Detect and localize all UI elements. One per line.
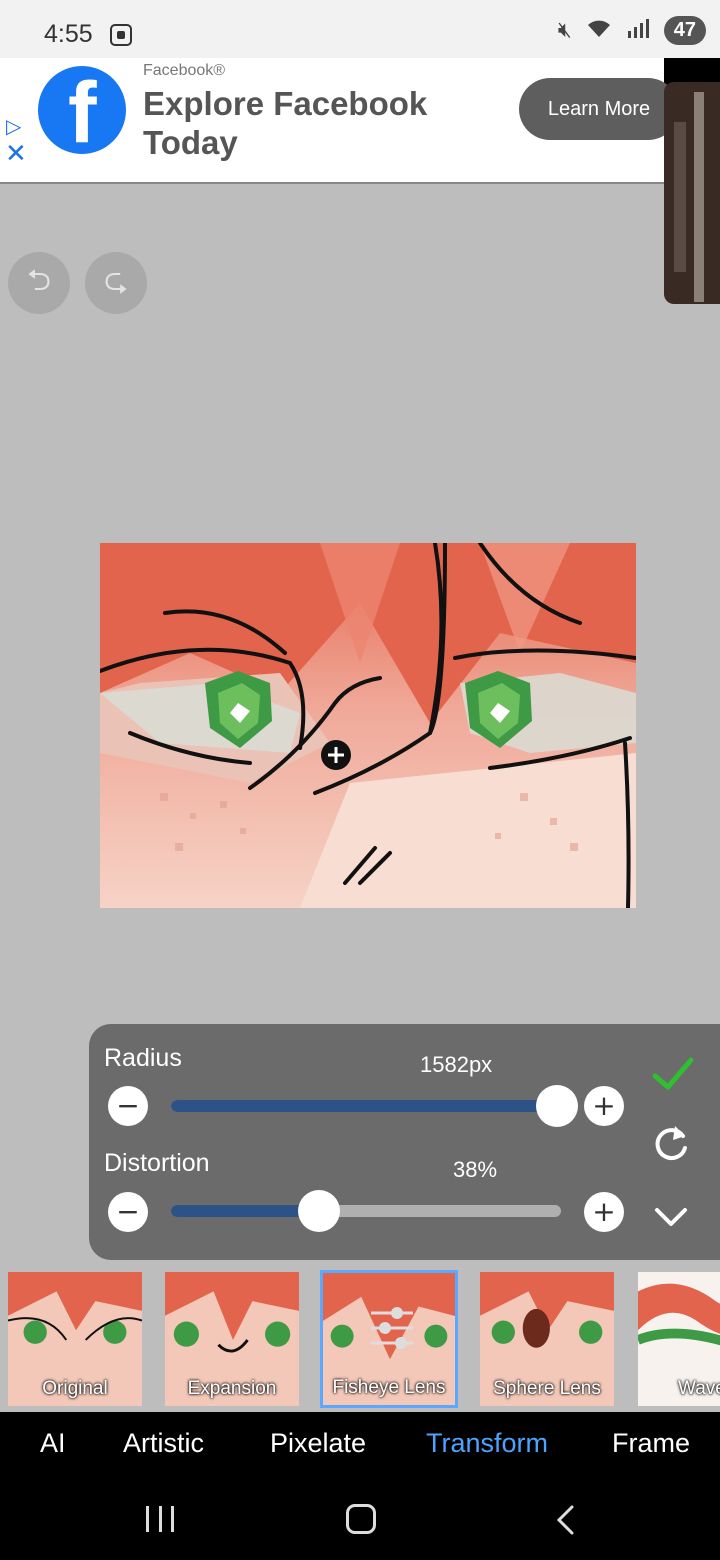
facebook-logo-icon: f — [38, 66, 126, 158]
collapse-chevron-icon[interactable] — [651, 1202, 691, 1232]
recent-apps-icon[interactable] — [146, 1506, 174, 1532]
status-time: 4:55 — [44, 20, 93, 48]
close-ad-icon[interactable]: ✕ — [5, 138, 27, 169]
signal-icon — [626, 17, 650, 45]
effect-thumb-sphere-lens[interactable]: Sphere Lens — [478, 1270, 616, 1408]
effect-thumb-fisheye-lens[interactable]: Fisheye Lens — [320, 1270, 458, 1408]
system-navigation-bar — [0, 1480, 720, 1560]
effect-label: Original — [42, 1378, 108, 1399]
tab-pixelate[interactable]: Pixelate — [270, 1428, 366, 1459]
effect-thumbnails-strip[interactable]: Original Expansion Fisheye Lens Sphere L… — [0, 1262, 720, 1412]
mute-icon: 🔇︎ — [557, 18, 572, 43]
status-bar: 4:55 🔇︎ 47 — [0, 0, 720, 58]
artwork-canvas[interactable] — [100, 543, 636, 908]
distortion-decrease-button[interactable]: − — [108, 1192, 148, 1232]
redo-icon: ⮎ — [103, 262, 129, 298]
battery-indicator: 47 — [663, 16, 706, 45]
wifi-icon — [586, 17, 612, 45]
distortion-increase-button[interactable]: + — [584, 1192, 624, 1232]
effect-label: Fisheye Lens — [332, 1377, 446, 1398]
effect-thumb-original[interactable]: Original — [6, 1270, 144, 1408]
effect-label: Sphere Lens — [493, 1378, 601, 1399]
effect-settings-panel: Radius 1582px − + Distortion 38% − + — [89, 1024, 720, 1260]
radius-decrease-button[interactable]: − — [108, 1086, 148, 1126]
ad-banner[interactable]: ▷ ✕ f Facebook® Explore Facebook Today L… — [0, 58, 679, 184]
radius-value: 1582px — [420, 1052, 493, 1077]
screenshot-icon — [110, 24, 132, 46]
tab-transform[interactable]: Transform — [426, 1428, 548, 1459]
side-preview-thumbnail[interactable] — [664, 82, 720, 304]
distortion-label: Distortion — [104, 1149, 210, 1177]
reset-icon[interactable] — [649, 1122, 693, 1166]
tab-ai[interactable]: AI — [40, 1428, 66, 1459]
redo-button[interactable]: ⮎ — [85, 252, 147, 314]
distortion-slider-fill — [171, 1205, 320, 1217]
effect-label: Expansion — [187, 1378, 277, 1399]
distortion-value: 38% — [453, 1157, 498, 1182]
effect-thumb-expansion[interactable]: Expansion — [163, 1270, 301, 1408]
artwork-image — [100, 543, 636, 908]
radius-slider[interactable] — [171, 1085, 579, 1127]
tab-frame[interactable]: Frame — [612, 1428, 690, 1459]
undo-icon: ⮌ — [26, 262, 52, 298]
adjust-sliders-icon — [371, 1307, 413, 1349]
distortion-slider[interactable] — [171, 1190, 561, 1232]
radius-slider-handle[interactable] — [536, 1085, 579, 1127]
learn-more-button[interactable]: Learn More — [519, 78, 679, 140]
confirm-check-icon[interactable] — [651, 1054, 695, 1094]
distortion-slider-handle[interactable] — [298, 1190, 341, 1232]
effect-label: Wave — [678, 1378, 720, 1399]
ad-brand: Facebook® — [143, 62, 226, 79]
back-icon[interactable] — [554, 1504, 576, 1536]
tab-artistic[interactable]: Artistic — [123, 1428, 204, 1459]
status-icons: 🔇︎ 47 — [558, 16, 706, 45]
adchoices-icon[interactable]: ▷ — [6, 114, 21, 139]
undo-button[interactable]: ⮌ — [8, 252, 70, 314]
ad-title[interactable]: Explore Facebook Today — [143, 84, 473, 162]
radius-label: Radius — [104, 1044, 182, 1072]
radius-increase-button[interactable]: + — [584, 1086, 624, 1126]
home-icon[interactable] — [346, 1504, 376, 1534]
effect-thumb-wave[interactable]: Wave — [636, 1270, 720, 1408]
radius-slider-fill — [171, 1100, 558, 1112]
effect-category-tabs: AI Artistic Pixelate Transform Frame — [0, 1412, 720, 1480]
